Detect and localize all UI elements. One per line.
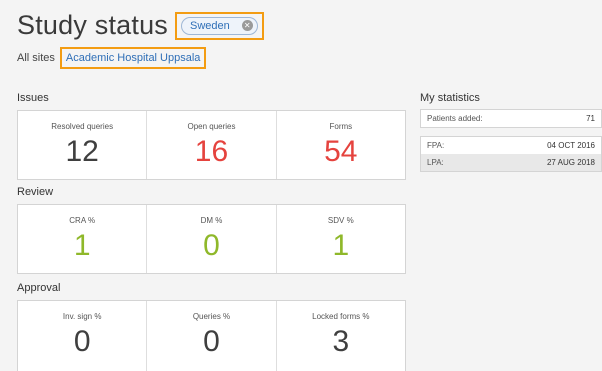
stat-label: Patients added: [427,114,483,123]
card-label: SDV % [327,216,354,225]
card-label: Queries % [192,312,231,321]
card-value: 1 [73,229,91,262]
page-title: Study status [17,10,168,40]
card-label: Open queries [187,122,236,131]
card-cra[interactable]: CRA % 1 [18,205,148,273]
card-value: 0 [203,325,220,358]
stat-value: 04 OCT 2016 [547,141,595,150]
card-label: Resolved queries [51,122,114,131]
issues-card-row: Resolved queries 12 Open queries 16 Form… [17,110,406,180]
my-statistics-title: My statistics [420,92,480,104]
all-sites-link[interactable]: All sites [17,52,55,64]
card-value: 1 [332,229,350,262]
stat-row-patients-added: Patients added: 71 [421,110,601,127]
card-value: 3 [332,325,350,358]
card-resolved-queries[interactable]: Resolved queries 12 [18,111,148,179]
card-value: 54 [324,135,358,168]
card-sdv[interactable]: SDV % 1 [277,205,405,273]
breadcrumb: All sites Academic Hospital Uppsala [17,47,207,69]
review-card-row: CRA % 1 DM % 0 SDV % 1 [17,204,406,274]
card-value: 0 [203,229,220,262]
stat-row-fpa: FPA: 04 OCT 2016 [421,137,601,154]
card-value: 0 [73,325,91,358]
stat-row-lpa: LPA: 27 AUG 2018 [421,154,601,171]
card-value: 12 [65,135,99,168]
site-highlight: Academic Hospital Uppsala [59,47,207,69]
country-filter-chip[interactable]: Sweden ✕ [180,16,258,35]
card-label: DM % [200,216,223,225]
approval-card-row: Inv. sign % 0 Queries % 0 Locked forms %… [17,300,406,371]
section-label-approval: Approval [17,282,61,294]
stat-label: FPA: [427,141,445,150]
card-locked-forms[interactable]: Locked forms % 3 [277,301,405,371]
card-value: 16 [194,135,229,168]
close-icon[interactable]: ✕ [241,20,253,31]
card-queries-pct[interactable]: Queries % 0 [147,301,277,371]
card-label: Inv. sign % [62,312,102,321]
country-filter-label: Sweden [189,19,230,32]
site-link[interactable]: Academic Hospital Uppsala [66,52,201,64]
stat-value: 71 [586,114,595,123]
card-label: CRA % [69,216,96,225]
patient-dates-box: FPA: 04 OCT 2016 LPA: 27 AUG 2018 [420,136,602,172]
stat-value: 27 AUG 2018 [546,158,595,167]
country-filter-highlight: Sweden ✕ [174,11,264,40]
card-open-queries[interactable]: Open queries 16 [147,111,277,179]
card-dm[interactable]: DM % 0 [147,205,277,273]
card-forms[interactable]: Forms 54 [277,111,405,179]
patients-added-box: Patients added: 71 [420,109,602,128]
stat-label: LPA: [427,158,444,167]
section-label-review: Review [17,186,54,198]
card-label: Forms [329,122,353,131]
section-label-issues: Issues [17,92,49,104]
title-row: Study status Sweden ✕ [17,10,264,41]
card-inv-sign[interactable]: Inv. sign % 0 [18,301,148,371]
card-label: Locked forms % [312,312,370,321]
